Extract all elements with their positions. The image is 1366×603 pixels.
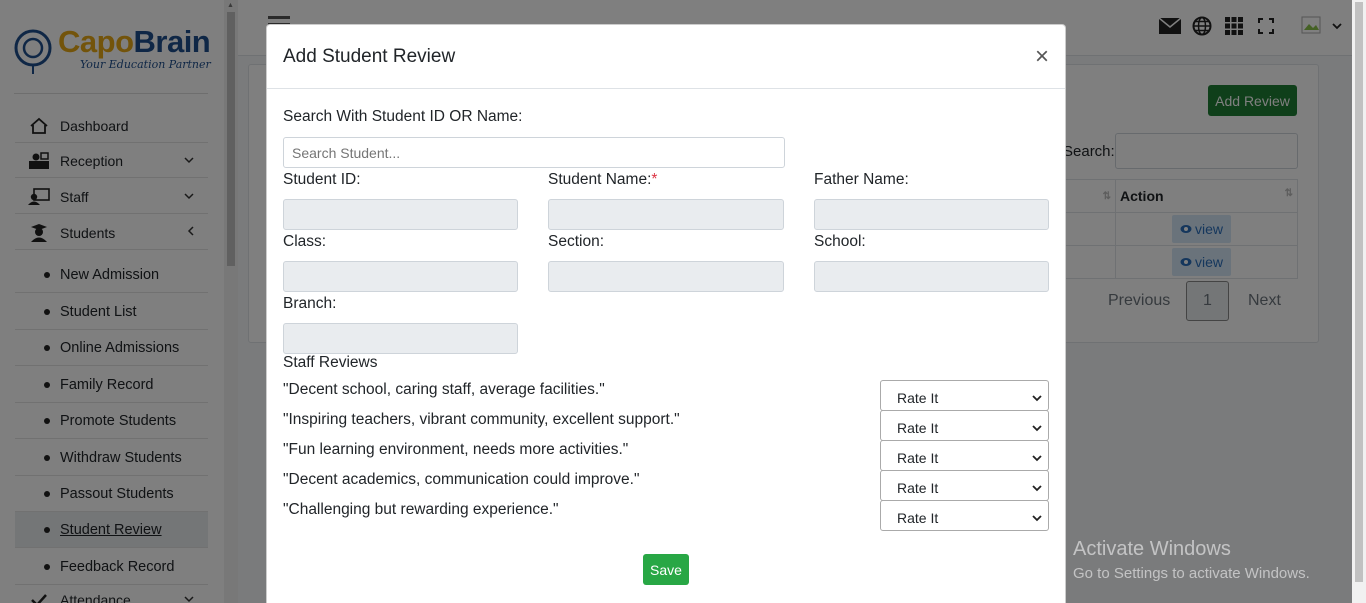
close-icon[interactable]: × [1035,43,1049,71]
review-text: "Decent school, caring staff, average fa… [283,381,605,398]
father-name-label: Father Name: [814,171,909,188]
student-id-field[interactable] [283,199,518,230]
school-field[interactable] [814,261,1049,292]
chevron-down-icon [1032,389,1042,405]
search-student-label: Search With Student ID OR Name: [283,108,523,125]
class-field[interactable] [283,261,518,292]
chevron-down-icon [1032,509,1042,525]
rate-select-value: Rate It [897,480,939,496]
branch-label: Branch: [283,295,337,312]
student-id-label: Student ID: [283,171,361,188]
rate-select-value: Rate It [897,450,939,466]
chevron-down-icon [1032,419,1042,435]
class-label: Class: [283,233,327,250]
review-text: "Decent academics, communication could i… [283,471,640,488]
section-field[interactable] [548,261,784,292]
review-text: "Inspiring teachers, vibrant community, … [283,411,680,428]
watermark-title: Activate Windows [1073,538,1231,560]
father-name-field[interactable] [814,199,1049,230]
review-text: "Challenging but rewarding experience." [283,501,559,518]
rate-select[interactable]: Rate It [880,500,1049,531]
rate-select[interactable]: Rate It [880,410,1049,441]
staff-reviews-heading: Staff Reviews [283,354,378,371]
modal-title: Add Student Review [283,46,456,67]
rate-select[interactable]: Rate It [880,440,1049,471]
chevron-down-icon [1032,449,1042,465]
required-marker: * [651,171,658,188]
section-label: Section: [548,233,605,250]
rate-select-value: Rate It [897,510,939,526]
rate-select-value: Rate It [897,390,939,406]
watermark-subtitle: Go to Settings to activate Windows. [1073,565,1310,582]
rate-select[interactable]: Rate It [880,470,1049,501]
branch-field[interactable] [283,323,518,354]
search-student-input[interactable] [283,137,785,168]
student-name-field[interactable] [548,199,784,230]
save-button[interactable]: Save [643,554,689,585]
windows-activation-watermark: Activate Windows Go to Settings to activ… [1073,538,1310,582]
add-student-review-modal: Add Student Review × Search With Student… [266,24,1066,603]
modal-header: Add Student Review × [267,25,1065,89]
rate-select[interactable]: Rate It [880,380,1049,411]
school-label: School: [814,233,866,250]
scrollbar-thumb[interactable] [1355,2,1363,582]
page-scrollbar[interactable] [1352,0,1366,603]
student-name-label-text: Student Name: [548,171,652,188]
chevron-down-icon [1032,479,1042,495]
rate-select-value: Rate It [897,420,939,436]
student-name-label: Student Name:* [548,171,657,189]
review-text: "Fun learning environment, needs more ac… [283,441,629,458]
